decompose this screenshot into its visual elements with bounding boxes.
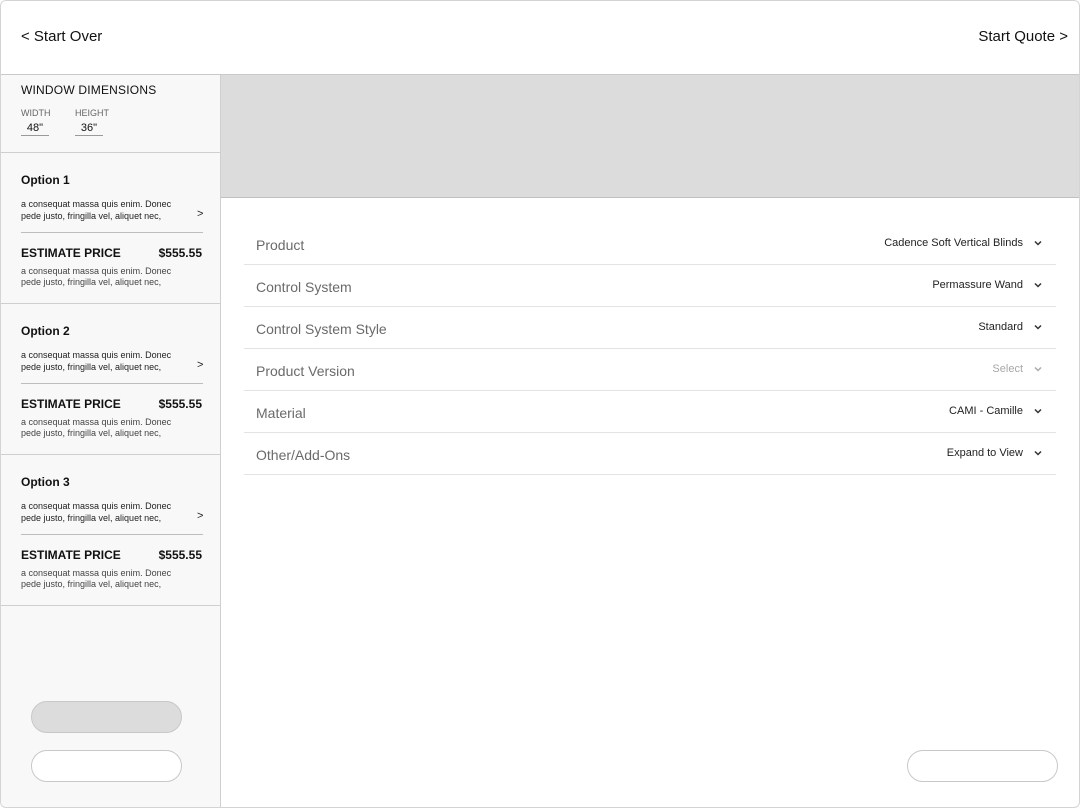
option-title: Option 3 [21, 475, 70, 489]
row-label: Other/Add-Ons [256, 447, 351, 463]
estimate-price-value: $555.55 [158, 246, 202, 260]
row-value[interactable]: Permassure Wand [932, 279, 1023, 291]
row-value[interactable]: Standard [978, 321, 1023, 333]
option-description: a consequat massa quis enim. Donec pede … [21, 501, 172, 523]
estimate-price-value: $555.55 [158, 548, 202, 562]
row-value[interactable]: Expand to View [947, 447, 1023, 459]
option-note: a consequat massa quis enim. Donec pede … [21, 266, 172, 287]
estimate-price-label: ESTIMATE PRICE [21, 548, 121, 562]
chevron-right-icon[interactable]: > [197, 208, 203, 220]
divider [21, 232, 203, 233]
option-card-2[interactable]: Option 2 a consequat massa quis enim. Do… [1, 304, 220, 455]
row-value[interactable]: Cadence Soft Vertical Blinds [884, 237, 1023, 249]
start-over-link[interactable]: < Start Over [21, 28, 102, 45]
option-description: a consequat massa quis enim. Donec pede … [21, 350, 172, 372]
option-card-3[interactable]: Option 3 a consequat massa quis enim. Do… [1, 455, 220, 606]
row-control-system-style[interactable]: Control System Style Standard [244, 307, 1056, 349]
width-value[interactable]: 48" [21, 122, 49, 136]
main-action-button[interactable] [907, 750, 1058, 782]
row-value[interactable]: CAMI - Camille [949, 405, 1023, 417]
chevron-down-icon[interactable] [1032, 279, 1044, 291]
product-image-placeholder [221, 75, 1079, 198]
chevron-down-icon[interactable] [1032, 363, 1044, 375]
width-field[interactable]: WIDTH 48" [21, 108, 51, 136]
height-value[interactable]: 36" [75, 122, 103, 136]
row-label: Product Version [256, 363, 355, 379]
option-card-1[interactable]: Option 1 a consequat massa quis enim. Do… [1, 153, 220, 304]
row-value-placeholder[interactable]: Select [992, 363, 1023, 375]
divider [21, 383, 203, 384]
option-note: a consequat massa quis enim. Donec pede … [21, 417, 172, 438]
row-label: Product [256, 237, 305, 253]
row-control-system[interactable]: Control System Permassure Wand [244, 265, 1056, 307]
height-field[interactable]: HEIGHT 36" [75, 108, 109, 136]
option-description: a consequat massa quis enim. Donec pede … [21, 199, 172, 221]
row-label: Material [256, 405, 306, 421]
configurator-list: Product Cadence Soft Vertical Blinds Con… [244, 223, 1056, 475]
row-other-add-ons[interactable]: Other/Add-Ons Expand to View [244, 433, 1056, 475]
row-label: Control System Style [256, 321, 387, 337]
primary-action-button[interactable] [31, 701, 182, 733]
height-label: HEIGHT [75, 108, 110, 118]
start-quote-link[interactable]: Start Quote > [978, 28, 1068, 45]
option-note: a consequat massa quis enim. Donec pede … [21, 568, 172, 589]
row-material[interactable]: Material CAMI - Camille [244, 391, 1056, 433]
estimate-price-label: ESTIMATE PRICE [21, 246, 121, 260]
option-title: Option 1 [21, 173, 70, 187]
row-label: Control System [256, 279, 352, 295]
row-product-version[interactable]: Product Version Select [244, 349, 1056, 391]
app-frame: < Start Over Start Quote > WINDOW DIMENS… [0, 0, 1080, 808]
estimate-price-label: ESTIMATE PRICE [21, 397, 121, 411]
chevron-right-icon[interactable]: > [197, 359, 203, 371]
chevron-down-icon[interactable] [1032, 321, 1044, 333]
sidebar: WINDOW DIMENSIONS WIDTH 48" HEIGHT 36" O… [1, 75, 221, 807]
chevron-down-icon[interactable] [1032, 237, 1044, 249]
row-product[interactable]: Product Cadence Soft Vertical Blinds [244, 223, 1056, 265]
top-bar: < Start Over Start Quote > [1, 1, 1079, 75]
window-dimensions-panel: WINDOW DIMENSIONS WIDTH 48" HEIGHT 36" [1, 75, 220, 153]
chevron-down-icon[interactable] [1032, 447, 1044, 459]
secondary-action-button[interactable] [31, 750, 182, 782]
option-title: Option 2 [21, 324, 70, 338]
divider [21, 534, 203, 535]
width-label: WIDTH [21, 108, 51, 118]
window-dimensions-title: WINDOW DIMENSIONS [21, 83, 157, 97]
chevron-right-icon[interactable]: > [197, 510, 203, 522]
chevron-down-icon[interactable] [1032, 405, 1044, 417]
estimate-price-value: $555.55 [158, 397, 202, 411]
